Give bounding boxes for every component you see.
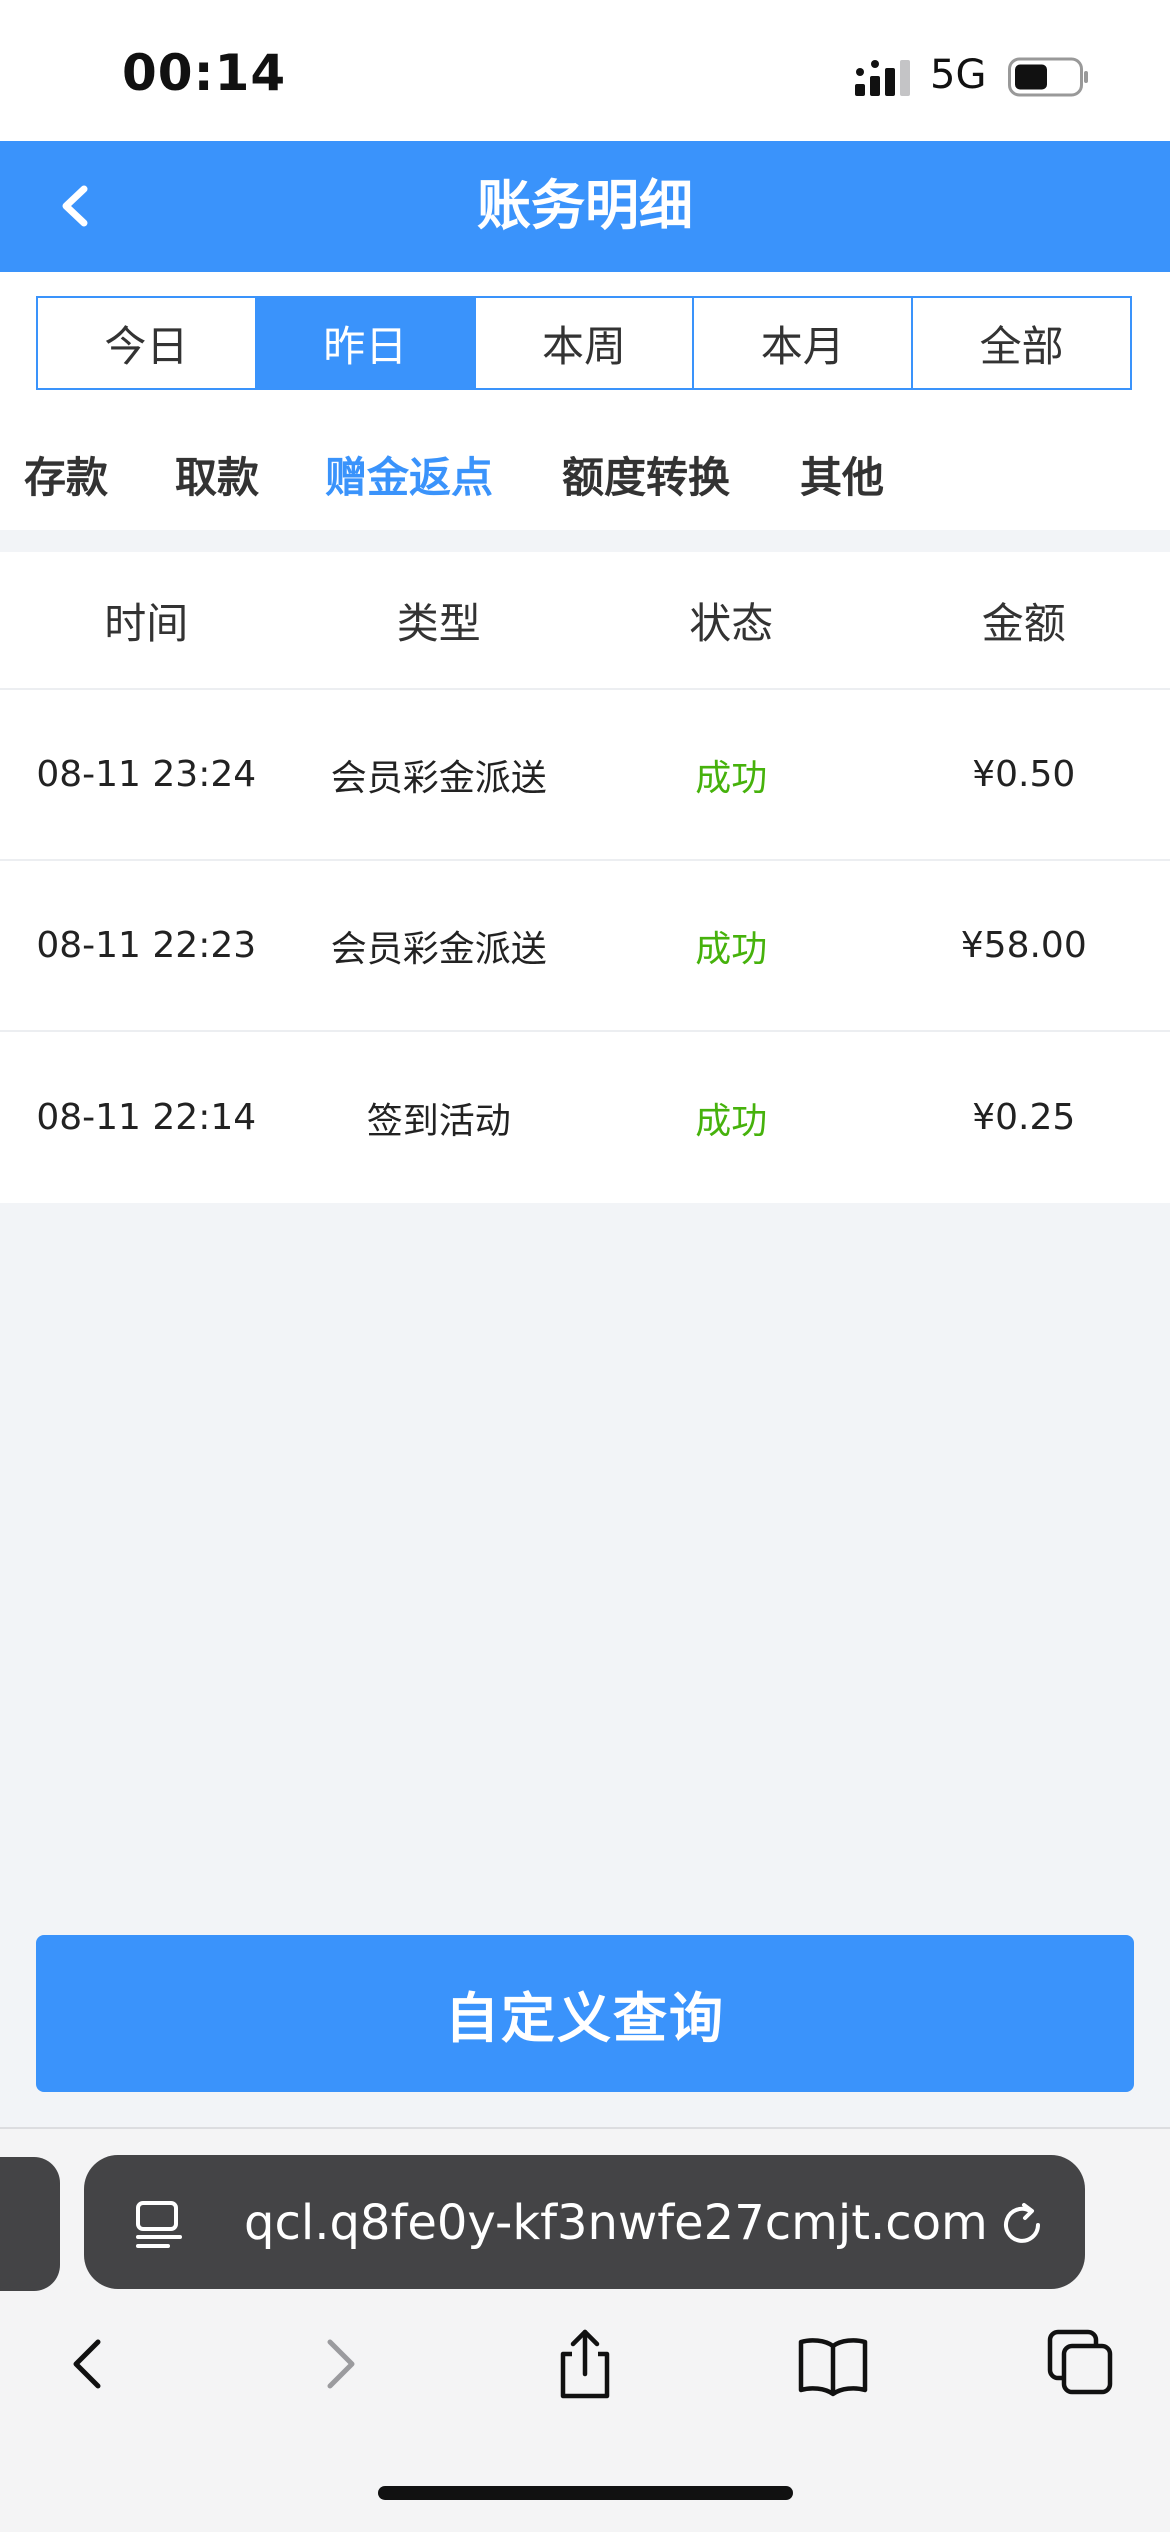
- address-bar[interactable]: qcl.q8fe0y-kf3nwfe27cmjt.com: [84, 2155, 1085, 2289]
- column-header-time: 时间: [104, 598, 189, 648]
- row-status: 成功: [695, 1100, 768, 1142]
- battery-icon: [1008, 57, 1088, 97]
- forward-icon[interactable]: [300, 2324, 380, 2404]
- bookmarks-icon[interactable]: [793, 2324, 873, 2404]
- table-row[interactable]: 08-11 22:23 会员彩金派送 成功 ¥58.00: [0, 861, 1170, 1032]
- row-time: 08-11 23:24: [36, 754, 257, 795]
- tabs-icon[interactable]: [1040, 2324, 1120, 2404]
- records-table: 时间 类型 状态 金额 08-11 23:24 会员彩金派送 成功 ¥0.50 …: [0, 552, 1170, 1203]
- page-title: 账务明细: [477, 174, 693, 237]
- tab-this-month[interactable]: 本月: [694, 298, 914, 388]
- home-indicator: [378, 2486, 793, 2500]
- tab-deposit[interactable]: 存款: [24, 448, 108, 508]
- column-header-type: 类型: [396, 598, 481, 648]
- row-amount: ¥0.50: [972, 754, 1076, 795]
- share-icon[interactable]: [545, 2324, 625, 2404]
- status-bar: 00:14 5G: [0, 0, 1170, 141]
- page-menu-icon[interactable]: [132, 2197, 186, 2251]
- custom-query-button[interactable]: 自定义查询: [36, 1935, 1134, 2092]
- filter-panel: 今日 昨日 本周 本月 全部 存款 取款 赠金返点 额度转换 其他: [0, 272, 1170, 530]
- tab-other[interactable]: 其他: [800, 448, 884, 508]
- back-icon[interactable]: [48, 2324, 128, 2404]
- row-time: 08-11 22:14: [36, 1097, 257, 1138]
- browser-toolbar: qcl.q8fe0y-kf3nwfe27cmjt.com: [0, 2127, 1170, 2532]
- row-time: 08-11 22:23: [36, 925, 257, 966]
- row-status: 成功: [695, 928, 768, 970]
- row-type: 会员彩金派送: [330, 757, 547, 799]
- tab-this-week[interactable]: 本周: [476, 298, 695, 388]
- reload-icon[interactable]: [994, 2197, 1050, 2253]
- period-tabs: 今日 昨日 本周 本月 全部: [36, 296, 1132, 390]
- tab-withdraw[interactable]: 取款: [175, 448, 259, 508]
- previous-tab-preview[interactable]: [0, 2157, 60, 2291]
- table-row[interactable]: 08-11 23:24 会员彩金派送 成功 ¥0.50: [0, 690, 1170, 861]
- row-type: 会员彩金派送: [330, 928, 547, 970]
- table-header: 时间 类型 状态 金额: [0, 552, 1170, 690]
- table-row[interactable]: 08-11 22:14 签到活动 成功 ¥0.25: [0, 1032, 1170, 1203]
- tab-yesterday[interactable]: 昨日: [256, 298, 476, 388]
- app-header: 账务明细: [0, 141, 1170, 272]
- url-text[interactable]: qcl.q8fe0y-kf3nwfe27cmjt.com: [244, 2193, 988, 2253]
- row-amount: ¥58.00: [960, 925, 1087, 966]
- row-status: 成功: [695, 757, 768, 799]
- row-amount: ¥0.25: [972, 1097, 1076, 1138]
- category-tabs: 存款 取款 赠金返点 额度转换 其他: [0, 448, 1170, 518]
- column-header-amount: 金额: [981, 598, 1066, 648]
- tab-quota-transfer[interactable]: 额度转换: [562, 448, 730, 508]
- cellular-signal-icon: [855, 60, 910, 96]
- tab-today[interactable]: 今日: [38, 298, 257, 388]
- network-label: 5G: [930, 52, 987, 98]
- tab-all[interactable]: 全部: [913, 298, 1130, 388]
- status-time: 00:14: [122, 44, 287, 102]
- tab-bonus-rebate[interactable]: 赠金返点: [325, 448, 493, 508]
- column-header-status: 状态: [689, 598, 774, 648]
- row-type: 签到活动: [366, 1100, 511, 1142]
